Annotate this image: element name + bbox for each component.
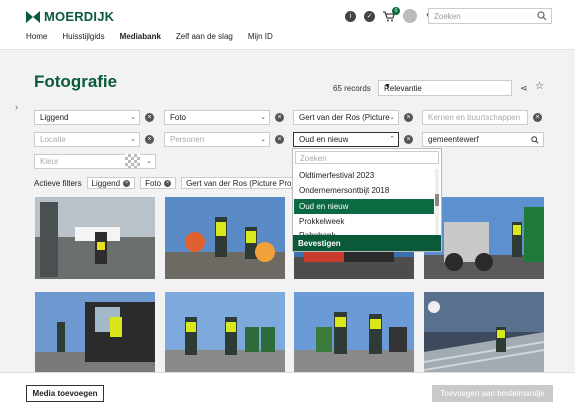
color-swatch-none[interactable] (125, 154, 140, 168)
event-dropdown: Zoeken Oldtimerfestival 2023 Ondernemers… (292, 148, 442, 252)
close-icon[interactable]: × (164, 179, 172, 187)
page-title: Fotografie (34, 72, 118, 91)
search-icon[interactable] (531, 136, 539, 144)
logo[interactable]: MOERDIJK (26, 9, 114, 24)
search-icon[interactable] (537, 11, 547, 21)
chevron-down-icon: ⌄ (146, 158, 152, 165)
clear-icon[interactable]: × (145, 113, 154, 122)
logo-text: MOERDIJK (44, 9, 115, 24)
dropdown-scrollbar[interactable] (435, 169, 439, 235)
chevron-up-icon: ⌃ (389, 136, 395, 143)
filter-placeholder: Kernen en buurtschappen (428, 113, 521, 122)
filter-value: Gert van der Ros (Picture (299, 113, 390, 122)
footer-bar: Media toevoegen Toevoegen aan bestelmand… (0, 372, 575, 411)
nav-huisstijlgids[interactable]: Huisstijlgids (62, 32, 104, 41)
site-header: MOERDIJK Home Huisstijlgids Mediabank Ze… (0, 0, 575, 50)
filter-placeholder: Kleur (40, 157, 59, 166)
filter-keyword-input[interactable]: gemeentewerf (422, 132, 544, 147)
share-icon[interactable]: ⋖ (520, 83, 528, 94)
filter-kernen[interactable]: Kernen en buurtschappen (422, 110, 528, 125)
photo-thumbnail[interactable] (35, 292, 155, 374)
active-filters: Actieve filters Liggend × Foto × Gert va… (34, 177, 312, 189)
close-icon[interactable]: × (123, 179, 131, 187)
chevron-down-icon: ⌄ (130, 136, 136, 143)
filter-type[interactable]: Foto ⌄ (164, 110, 270, 125)
chip-label: Liggend (91, 178, 121, 188)
check-icon[interactable]: ✓ (364, 10, 375, 22)
nav-home[interactable]: Home (26, 32, 47, 41)
dropdown-option-selected[interactable]: Oud en nieuw (294, 199, 434, 214)
filter-orientation[interactable]: Liggend ⌄ (34, 110, 140, 125)
chevron-down-icon: ⌄ (260, 114, 266, 121)
main-nav: Home Huisstijlgids Mediabank Zelf aan de… (26, 32, 273, 41)
clear-icon[interactable]: × (404, 135, 413, 144)
nav-zelf-aan-de-slag[interactable]: Zelf aan de slag (176, 32, 233, 41)
filter-value: Oud en nieuw (299, 135, 349, 144)
filter-placeholder: Personen (170, 135, 205, 144)
chip-label: Gert van der Ros (Picture Project) (186, 178, 307, 188)
star-icon[interactable]: ☆ (535, 81, 544, 92)
search-placeholder: Zoeken (434, 12, 461, 21)
header-icons: i ✓ 0 ▼ (345, 6, 431, 23)
avatar[interactable] (403, 9, 417, 23)
sidebar-toggle-icon[interactable]: › (15, 102, 18, 112)
sort-select[interactable]: Relevantie ▼ (378, 80, 512, 96)
photo-thumbnail[interactable] (424, 197, 544, 279)
clear-icon[interactable]: × (404, 113, 413, 122)
record-count: 65 records (333, 84, 371, 93)
logo-icon (26, 10, 40, 23)
nav-mediabank[interactable]: Mediabank (120, 32, 161, 41)
clear-icon[interactable]: × (275, 135, 284, 144)
chip-label: Foto (145, 178, 162, 188)
photo-thumbnail[interactable] (294, 292, 414, 374)
filter-event[interactable]: Oud en nieuw ⌃ (293, 132, 399, 147)
active-filter-chip[interactable]: Foto × (140, 177, 177, 189)
dropdown-option[interactable]: Prokkelweek (294, 214, 434, 229)
cart-count-badge: 0 (392, 6, 400, 15)
info-icon[interactable]: i (345, 10, 356, 22)
filter-value: Foto (170, 113, 187, 122)
clear-icon[interactable]: × (145, 135, 154, 144)
clear-icon[interactable]: × (275, 113, 284, 122)
chevron-down-icon: ⌄ (260, 136, 266, 143)
chevron-down-icon: ⌄ (389, 114, 395, 121)
filter-value: Liggend (40, 113, 69, 122)
photo-thumbnail[interactable] (424, 292, 544, 374)
dropdown-search-input[interactable]: Zoeken (295, 151, 439, 164)
active-filter-chip[interactable]: Liggend × (86, 177, 136, 189)
filter-location[interactable]: Locatie ⌄ (34, 132, 140, 147)
dropdown-option[interactable]: Ondernemersontbijt 2018 (294, 183, 434, 198)
active-filters-label: Actieve filters (34, 178, 82, 188)
chevron-down-icon: ⌄ (130, 114, 136, 121)
confirm-button[interactable]: Bevestigen (293, 235, 441, 251)
chevron-down-icon: ▼ (384, 83, 391, 90)
photo-thumbnail[interactable] (35, 197, 155, 279)
filter-placeholder: Locatie (40, 135, 66, 144)
cart-icon[interactable]: 0 (383, 6, 400, 22)
search-input[interactable]: Zoeken (428, 8, 552, 24)
add-to-cart-button[interactable]: Toevoegen aan bestelmandje (432, 385, 553, 402)
filter-photographer[interactable]: Gert van der Ros (Picture ⌄ (293, 110, 399, 125)
dropdown-option[interactable]: Oldtimerfestival 2023 (294, 168, 434, 183)
nav-mijn-id[interactable]: Mijn ID (248, 32, 273, 41)
photo-thumbnail[interactable] (165, 292, 285, 374)
add-media-button[interactable]: Media toevoegen (26, 385, 104, 402)
filter-persons[interactable]: Personen ⌄ (164, 132, 270, 147)
clear-icon[interactable]: × (533, 113, 542, 122)
photo-thumbnail[interactable] (165, 197, 285, 279)
filter-value: gemeentewerf (428, 135, 479, 144)
